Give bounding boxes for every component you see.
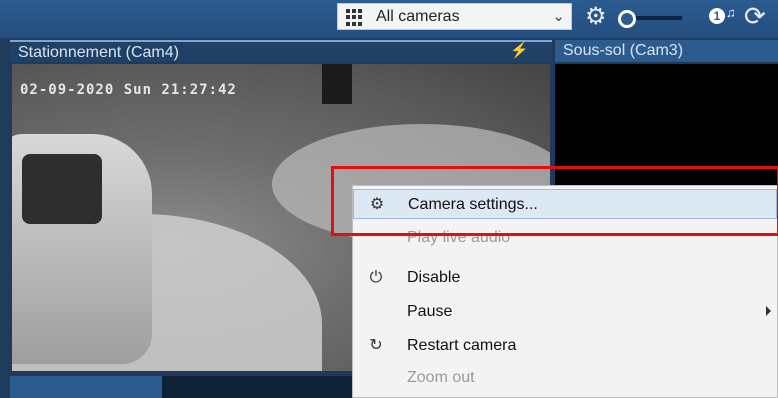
menu-item-label: Pause	[407, 303, 453, 320]
post	[322, 64, 352, 104]
panel-title-cam3[interactable]: Sous-sol (Cam3)	[555, 40, 778, 62]
camera-group-label: All cameras	[376, 8, 460, 25]
power-icon: ⏻	[369, 269, 383, 286]
feed-timestamp: 02-09-2020 Sun 21:27:42	[20, 82, 237, 98]
top-toolbar: All cameras ⌄ ⚙ 1 ♫ ⟳	[0, 0, 778, 38]
grid-icon	[346, 9, 363, 26]
bottom-tab[interactable]	[10, 376, 162, 398]
restart-icon: ↻	[369, 337, 383, 354]
menu-item-label: Zoom out	[407, 369, 475, 386]
menu-item-pause[interactable]: Pause	[353, 297, 777, 327]
refresh-icon[interactable]: ⟳	[744, 2, 766, 30]
menu-item-zoom-out: Zoom out	[353, 363, 777, 393]
car-window	[22, 154, 102, 224]
camera-group-select[interactable]: All cameras ⌄	[337, 3, 572, 30]
slider-knob[interactable]	[618, 10, 636, 28]
menu-item-label: Restart camera	[407, 337, 517, 354]
submenu-arrow-icon	[766, 306, 771, 316]
bell-icon[interactable]: ♫	[726, 5, 736, 20]
toggle-slider[interactable]	[618, 10, 688, 28]
gear-icon[interactable]: ⚙	[585, 5, 607, 29]
chevron-down-icon[interactable]: ⌄	[552, 7, 565, 25]
highlight-annotation-box	[331, 166, 778, 236]
menu-item-restart-camera[interactable]: ↻ Restart camera	[353, 331, 777, 361]
parked-car	[12, 134, 152, 364]
menu-item-label: Disable	[407, 269, 461, 286]
bolt-icon: ⚡	[510, 42, 529, 59]
alert-count-badge[interactable]: 1	[709, 8, 725, 24]
panel-title-cam4[interactable]: Stationnement (Cam4)	[10, 40, 552, 62]
menu-item-disable[interactable]: ⏻ Disable	[353, 263, 777, 293]
